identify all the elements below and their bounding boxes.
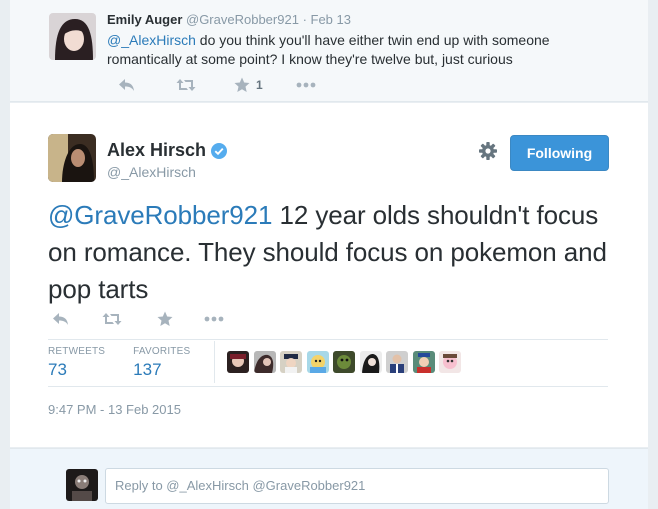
tweet-text: @GraveRobber921 12 year olds shouldn't f…	[48, 197, 618, 308]
following-button[interactable]: Following	[510, 135, 609, 171]
main-tweet: Alex Hirsch @_AlexHirsch Following @Grav…	[10, 103, 648, 447]
retweet-icon[interactable]	[176, 76, 234, 94]
retweet-icon[interactable]	[102, 310, 157, 328]
avatar[interactable]	[48, 134, 96, 182]
user-screenname[interactable]: @GraveRobber921	[186, 12, 299, 27]
favoriter-avatar[interactable]	[439, 351, 461, 373]
tweet-timestamp[interactable]: 9:47 PM - 13 Feb 2015	[48, 402, 181, 417]
reply-icon[interactable]	[118, 76, 176, 94]
user-fullname[interactable]: Alex Hirsch	[107, 140, 206, 161]
tweet-actions: 1	[118, 76, 316, 94]
reply-icon[interactable]	[52, 310, 102, 328]
mention-link[interactable]: @GraveRobber921	[48, 200, 272, 230]
author-name-row: Alex Hirsch	[107, 140, 228, 161]
avatar[interactable]	[49, 13, 96, 60]
favoriter-avatar[interactable]	[333, 351, 355, 373]
retweets-label: RETWEETS	[48, 346, 106, 357]
mention-link[interactable]: @_AlexHirsch	[107, 32, 196, 48]
favoriter-avatar[interactable]	[253, 351, 276, 373]
divider	[48, 339, 608, 340]
favorite-count: 1	[256, 78, 263, 92]
favoriter-avatars	[227, 351, 466, 373]
favoriter-avatar[interactable]	[306, 351, 329, 373]
more-icon[interactable]	[204, 310, 224, 328]
more-icon[interactable]	[296, 76, 316, 94]
favoriter-avatar[interactable]	[227, 351, 249, 373]
retweets-count: 73	[48, 360, 67, 379]
user-screenname[interactable]: @_AlexHirsch	[107, 164, 196, 180]
avatar	[66, 469, 98, 501]
favoriter-avatar[interactable]	[412, 351, 435, 373]
reply-input[interactable]: Reply to @_AlexHirsch @GraveRobber921	[105, 468, 609, 504]
favoriter-avatar[interactable]	[359, 351, 382, 373]
reply-bar: Reply to @_AlexHirsch @GraveRobber921	[10, 448, 648, 509]
verified-badge-icon	[211, 142, 228, 159]
user-fullname[interactable]: Emily Auger	[107, 12, 182, 27]
tweet-date[interactable]: Feb 13	[311, 12, 351, 27]
favoriter-avatar[interactable]	[280, 351, 302, 373]
tweet-actions	[52, 310, 224, 328]
favorite-button[interactable]: 1	[234, 76, 296, 94]
tweet-header: Emily Auger @GraveRobber921 · Feb 13	[107, 12, 351, 27]
favorites-count: 137	[133, 360, 162, 379]
star-icon[interactable]	[157, 310, 204, 328]
parent-tweet[interactable]: Emily Auger @GraveRobber921 · Feb 13 @_A…	[10, 0, 648, 102]
star-icon	[234, 77, 250, 92]
divider	[48, 386, 608, 387]
stats-separator	[214, 341, 215, 383]
favorites-label: FAVORITES	[133, 346, 191, 357]
gear-icon[interactable]	[478, 141, 498, 161]
tweet-text: @_AlexHirsch do you think you'll have ei…	[107, 31, 587, 69]
favoriter-avatar[interactable]	[386, 351, 408, 373]
